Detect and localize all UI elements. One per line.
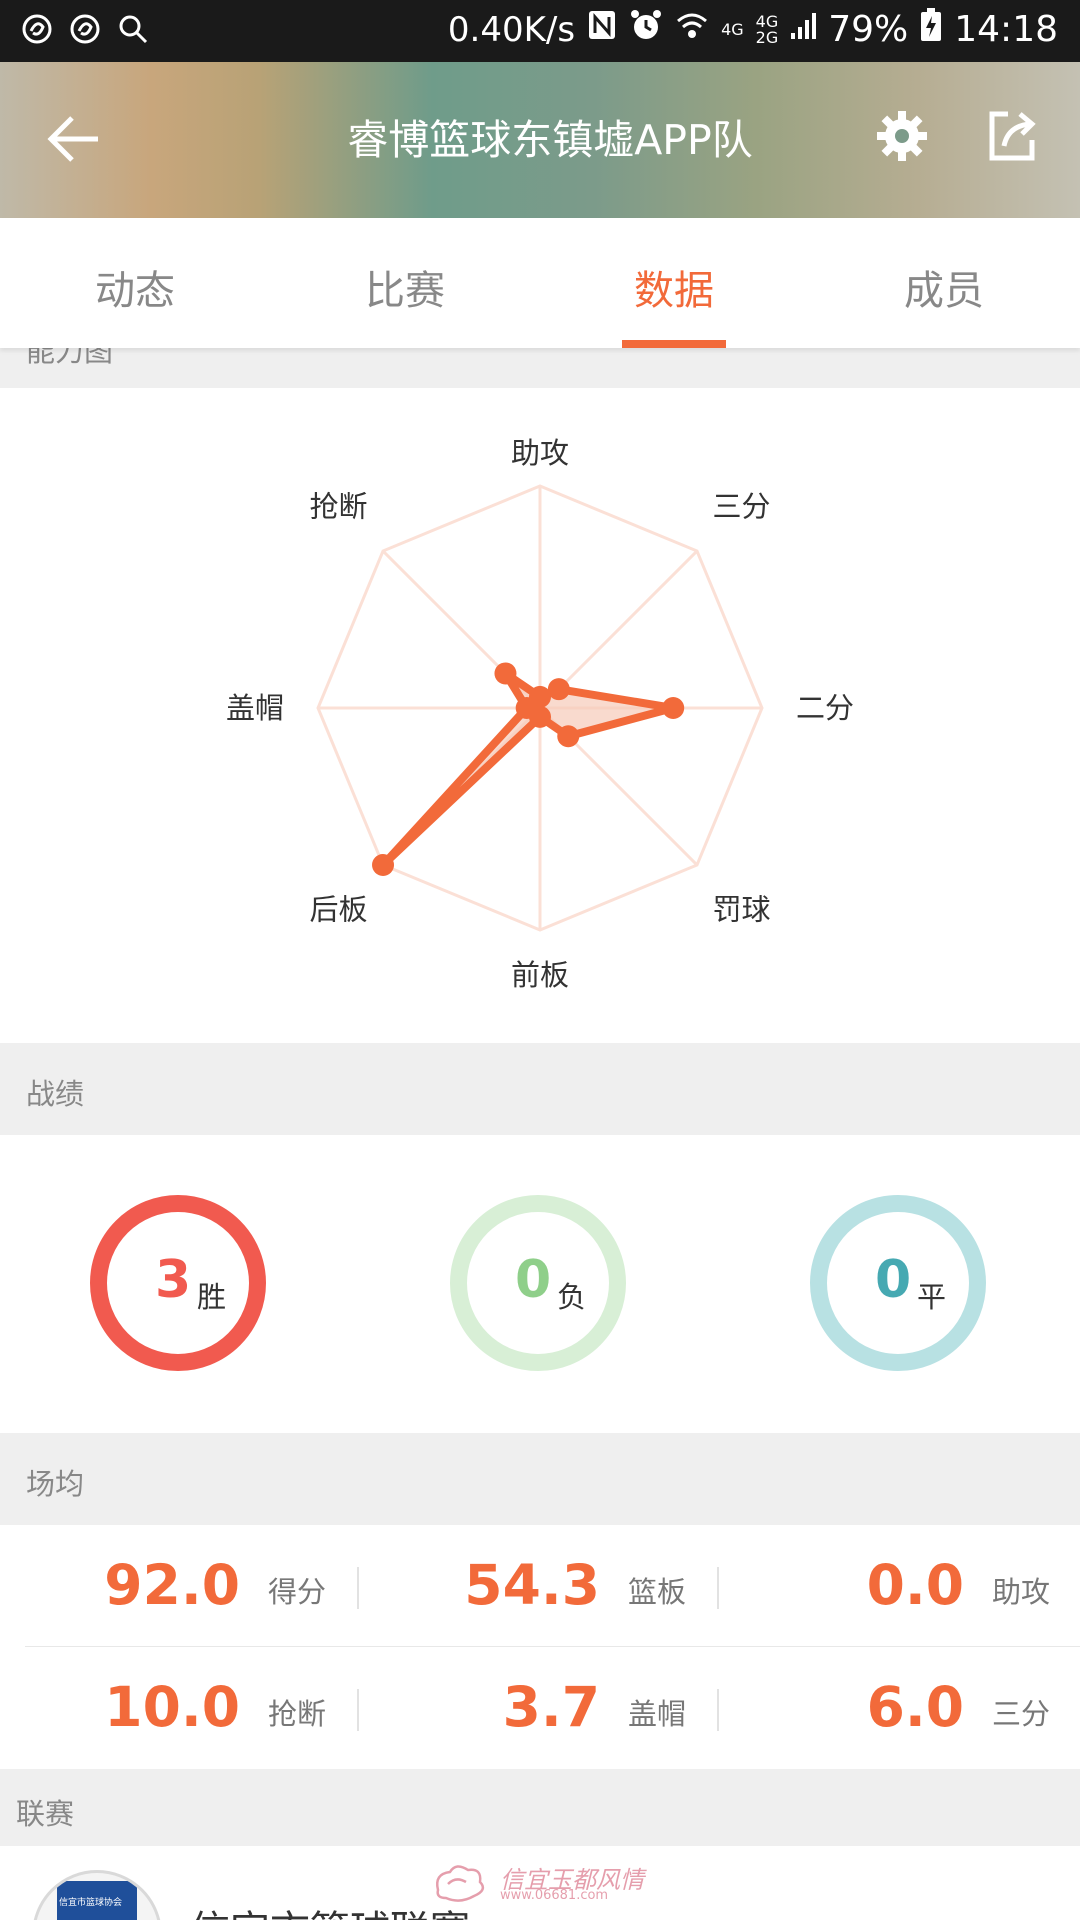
draws-label: 平 <box>917 1280 947 1314</box>
wins-label: 胜 <box>197 1280 227 1314</box>
tab-data[interactable]: 数据 <box>574 258 774 316</box>
losses-count: 0 <box>515 1250 552 1310</box>
nfc-icon <box>587 9 617 50</box>
league-logo-badge: 信宜市篮球协会 <box>57 1881 137 1920</box>
share-button[interactable] <box>982 106 1042 166</box>
avg-rebounds-value: 54.3 <box>464 1553 600 1617</box>
avg-points-label: 得分 <box>268 1575 327 1609</box>
record-section-title: 战绩 <box>26 1077 85 1111</box>
radar-axis-label-0: 助攻 <box>511 436 569 470</box>
alarm-icon <box>629 8 663 51</box>
netease-icon <box>20 12 54 46</box>
league-section-header: 联赛 <box>0 1769 1080 1846</box>
radar-point-5 <box>372 853 395 876</box>
draws-count: 0 <box>875 1250 912 1310</box>
divider <box>717 1567 719 1609</box>
gear-icon <box>877 111 927 161</box>
divider <box>357 1689 359 1731</box>
arrow-left-icon <box>47 116 98 162</box>
watermark-url: www.06681.com <box>500 1888 609 1903</box>
netease-icon <box>68 12 102 46</box>
radar-axis-label-6: 盖帽 <box>226 691 284 725</box>
page-title: 睿博篮球东镇墟APP队 <box>347 116 753 164</box>
battery-charging-icon <box>920 8 942 51</box>
signal-icon <box>790 9 817 50</box>
share-icon <box>989 111 1036 161</box>
wifi-icon <box>675 9 709 50</box>
radar-point-2 <box>662 697 685 719</box>
tab-matches[interactable]: 比赛 <box>305 258 505 316</box>
network-4g-label: 4G <box>721 19 744 39</box>
battery-level: 79% <box>828 9 909 50</box>
avg-assists-label: 助攻 <box>992 1575 1051 1609</box>
losses-ring: 0 负 <box>450 1195 626 1371</box>
avg-threes-label: 三分 <box>992 1697 1051 1731</box>
avg-blocks-value: 3.7 <box>502 1675 600 1739</box>
league-logo-text: 信宜市篮球协会 <box>59 1898 123 1908</box>
avg-blocks-label: 盖帽 <box>628 1697 687 1731</box>
active-tab-indicator <box>622 340 726 348</box>
draws-ring: 0 平 <box>810 1195 986 1371</box>
averages-section-title: 场均 <box>26 1467 85 1501</box>
settings-button[interactable] <box>872 106 932 166</box>
radar-point-7 <box>494 662 517 685</box>
radar-axis-label-1: 三分 <box>713 489 771 523</box>
record-panel: 3 胜 0 负 0 平 <box>0 1135 1080 1433</box>
averages-panel: 92.0 得分 54.3 篮板 0.0 助攻 10.0 抢断 3.7 盖帽 6.… <box>0 1525 1080 1769</box>
league-name: 信宜市篮球联赛 <box>190 1898 470 1920</box>
radar-axis-label-5: 后板 <box>309 893 367 927</box>
wins-count: 3 <box>155 1250 192 1310</box>
ability-radar-chart: 助攻三分二分罚球前板 后板 盖帽 抢断 <box>0 388 1080 1043</box>
radar-axis-label-7: 抢断 <box>309 489 367 523</box>
radar-axis-label-3: 罚球 <box>713 893 771 927</box>
avg-assists-value: 0.0 <box>866 1553 964 1617</box>
radar-point-3 <box>557 725 580 748</box>
divider <box>357 1567 359 1609</box>
team-header: 睿博篮球东镇墟APP队 <box>0 62 1080 218</box>
clock: 14:18 <box>954 9 1058 50</box>
radar-point-6 <box>515 697 538 719</box>
avg-steals-label: 抢断 <box>268 1697 327 1731</box>
avg-points-value: 92.0 <box>104 1553 240 1617</box>
averages-row: 10.0 抢断 3.7 盖帽 6.0 三分 <box>25 1647 1080 1769</box>
watermark-logo-icon <box>436 1865 485 1902</box>
averages-section-header: 场均 <box>0 1433 1080 1525</box>
losses-label: 负 <box>557 1280 587 1314</box>
avg-rebounds-label: 篮板 <box>628 1575 687 1609</box>
divider <box>717 1689 719 1731</box>
league-section-title: 联赛 <box>16 1797 75 1831</box>
radar-svg: 助攻三分二分罚球前板 后板 盖帽 抢断 <box>226 436 854 992</box>
avg-threes-value: 6.0 <box>866 1675 964 1739</box>
tab-bar: 动态 比赛 数据 成员 <box>0 218 1080 348</box>
league-logo: 信宜市篮球协会 <box>32 1870 162 1920</box>
tab-dynamics[interactable]: 动态 <box>35 258 235 316</box>
search-icon <box>116 12 150 46</box>
averages-row: 92.0 得分 54.3 篮板 0.0 助攻 <box>25 1525 1080 1647</box>
radar-axis-label-4: 前板 <box>511 958 569 992</box>
avg-steals-value: 10.0 <box>104 1675 240 1739</box>
network-speed: 0.40K/s <box>447 9 576 50</box>
network-2g-label: 2G <box>755 27 779 47</box>
watermark: 信宜玉都风情 www.06681.com <box>430 1860 650 1906</box>
wins-ring: 3 胜 <box>90 1195 266 1371</box>
radar-point-1 <box>547 678 570 701</box>
status-bar: 0.40K/s 4G 4G 2G 79% 14:18 <box>0 0 1080 62</box>
tab-members[interactable]: 成员 <box>844 258 1044 316</box>
back-button[interactable] <box>40 104 110 174</box>
radar-axis-label-2: 二分 <box>796 691 854 725</box>
record-section-header: 战绩 <box>0 1043 1080 1135</box>
